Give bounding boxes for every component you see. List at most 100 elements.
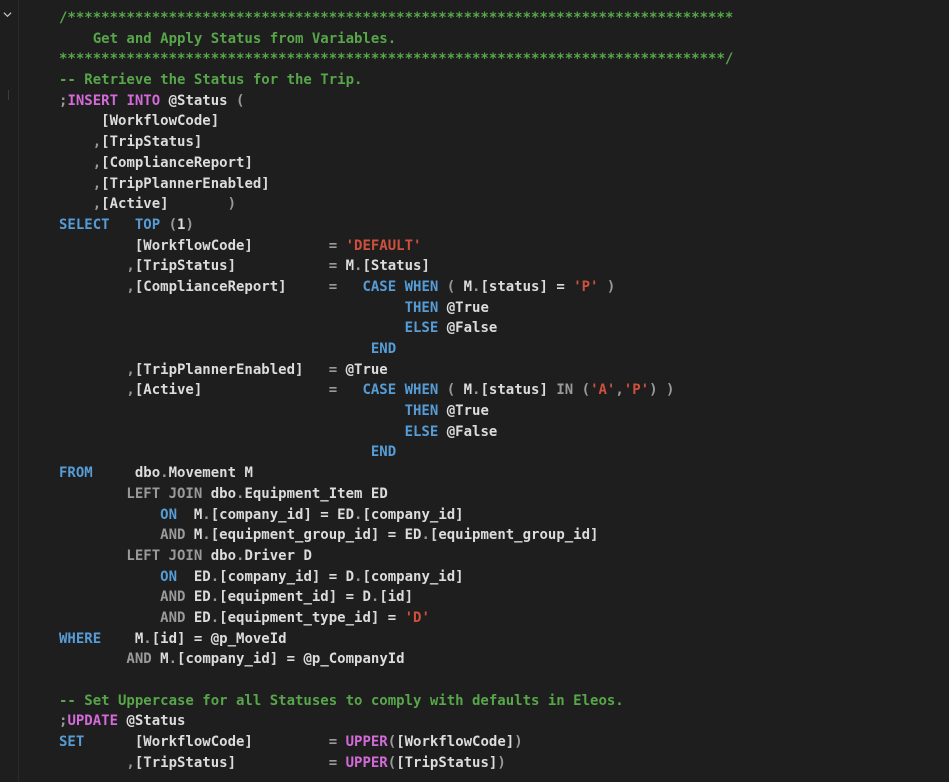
code-token-string: 'DEFAULT': [345, 237, 422, 254]
code-line[interactable]: ,[TripPlannerEnabled]: [59, 174, 949, 195]
code-line[interactable]: ,[TripStatus] = M.[Status]: [59, 256, 949, 277]
code-line[interactable]: ,[TripStatus] = UPPER([TripStatus]): [59, 753, 949, 774]
code-line[interactable]: AND ED.[equipment_id] = D.[id]: [59, 587, 949, 608]
code-token-ident: dbo: [210, 485, 237, 502]
code-token-gray: AND: [59, 609, 194, 626]
code-line[interactable]: SELECT TOP (1): [59, 215, 949, 236]
code-token-gray: =: [252, 237, 346, 254]
code-token-gray: ,: [59, 134, 102, 151]
code-lines[interactable]: /***************************************…: [59, 8, 949, 773]
code-token-ident: @Status: [126, 713, 186, 730]
code-token-ident: [equipment_group_id] = ED: [210, 527, 422, 544]
fold-guide: [8, 90, 9, 100]
code-line[interactable]: LEFT JOIN dbo.Driver D: [59, 546, 949, 567]
code-token-gray: AND: [59, 527, 194, 544]
code-line[interactable]: ,[TripStatus]: [59, 132, 949, 153]
code-token-ident: ED: [193, 568, 211, 585]
code-line[interactable]: ON M.[company_id] = ED.[company_id]: [59, 505, 949, 526]
code-token-ident: [WorkflowCode]: [134, 734, 253, 751]
code-token-gray: ,: [615, 382, 624, 399]
code-token-gray: LEFT JOIN: [59, 485, 211, 502]
code-token-ident: [company_id] = D: [219, 568, 355, 585]
code-line[interactable]: END: [59, 339, 949, 360]
code-token-gray: ,: [59, 382, 135, 399]
code-line[interactable]: THEN @True: [59, 401, 949, 422]
code-token-comment: ****************************************…: [59, 51, 734, 68]
code-token-keyword: THEN: [59, 299, 447, 316]
code-line[interactable]: [59, 670, 949, 691]
code-token-gray: ,: [59, 754, 135, 771]
code-token-gray: =: [286, 278, 363, 295]
code-token-ident: Equipment_Item ED: [244, 485, 388, 502]
code-token-gray: .: [210, 568, 220, 585]
code-line[interactable]: ;INSERT INTO @Status (: [59, 91, 949, 112]
code-token-gray: .: [210, 589, 220, 606]
code-line[interactable]: ELSE @False: [59, 318, 949, 339]
code-token-gray: =: [252, 734, 346, 751]
code-line[interactable]: ,[ComplianceReport] = CASE WHEN ( M.[sta…: [59, 277, 949, 298]
code-line[interactable]: LEFT JOIN dbo.Equipment_Item ED: [59, 484, 949, 505]
code-token-ident: [equipment_id] = D: [219, 589, 371, 606]
code-line[interactable]: SET [WorkflowCode] = UPPER([WorkflowCode…: [59, 732, 949, 753]
code-line[interactable]: ,[Active] = CASE WHEN ( M.[status] IN ('…: [59, 380, 949, 401]
code-token-keyword: END: [59, 444, 397, 461]
code-line[interactable]: /***************************************…: [59, 8, 949, 29]
code-token-gray: ): [168, 196, 237, 213]
code-token-keyword: THEN: [59, 403, 447, 420]
code-line[interactable]: [WorkflowCode] = 'DEFAULT': [59, 236, 949, 257]
code-token-gray: .: [168, 651, 178, 668]
code-line[interactable]: AND ED.[equipment_type_id] = 'D': [59, 608, 949, 629]
code-line[interactable]: ELSE @False: [59, 422, 949, 443]
code-token-ident: [Status]: [362, 258, 430, 275]
code-line[interactable]: ON ED.[company_id] = D.[company_id]: [59, 567, 949, 588]
code-token-string: 'A': [590, 382, 616, 399]
code-token-ident: @True: [446, 403, 489, 420]
code-token-gray: ,: [59, 258, 135, 275]
code-line[interactable]: -- Set Uppercase for all Statuses to com…: [59, 691, 949, 712]
code-line[interactable]: -- Retrieve the Status for the Trip.: [59, 70, 949, 91]
code-token-gray: .: [202, 527, 211, 544]
code-line[interactable]: Get and Apply Status from Variables.: [59, 29, 949, 50]
code-token-gray: .: [202, 506, 211, 523]
chevron-down-icon[interactable]: [3, 10, 12, 19]
code-line[interactable]: ;UPDATE @Status: [59, 711, 949, 732]
code-token-ident: [company_id]: [362, 568, 464, 585]
code-token-keyword: SET: [59, 734, 135, 751]
code-line[interactable]: ,[ComplianceReport]: [59, 153, 949, 174]
code-token-gray: (: [387, 754, 397, 771]
code-line[interactable]: WHERE M.[id] = @p_MoveId: [59, 629, 949, 650]
code-token-ident: M: [463, 278, 473, 295]
code-line[interactable]: ****************************************…: [59, 49, 949, 70]
code-line[interactable]: [WorkflowCode]: [59, 111, 949, 132]
code-token-ident: [TripStatus]: [134, 754, 237, 771]
code-token-gray: ,: [59, 175, 102, 192]
code-line[interactable]: ,[Active] ): [59, 194, 949, 215]
code-line[interactable]: FROM dbo.Movement M: [59, 463, 949, 484]
code-token-gray: ,: [59, 154, 102, 171]
code-line[interactable]: THEN @True: [59, 298, 949, 319]
code-token-keyword: FROM: [59, 465, 135, 482]
code-token-gray: LEFT JOIN: [59, 547, 211, 564]
code-line[interactable]: AND M.[company_id] = @p_CompanyId: [59, 649, 949, 670]
code-token-keyword: ELSE: [59, 423, 447, 440]
code-token-ident: ED: [193, 589, 211, 606]
code-token-gray: (: [446, 278, 464, 295]
code-editor[interactable]: /***************************************…: [0, 0, 949, 782]
code-token-func: UPDATE: [67, 713, 127, 730]
code-line[interactable]: ,[TripPlannerEnabled] = @True: [59, 360, 949, 381]
code-token-gray: AND: [59, 651, 161, 668]
code-token-ident: [status]: [480, 382, 557, 399]
code-token-ident: [company_id] = ED: [210, 506, 355, 523]
code-line[interactable]: AND M.[equipment_group_id] = ED.[equipme…: [59, 525, 949, 546]
code-token-gray: (: [446, 382, 464, 399]
code-token-keyword: CASE WHEN: [362, 278, 447, 295]
code-token-keyword: ELSE: [59, 320, 447, 337]
code-token-ident: @True: [345, 361, 388, 378]
code-token-keyword: END: [59, 341, 397, 357]
code-token-gray: IN (: [556, 382, 591, 399]
code-token-ident: [ComplianceReport]: [134, 278, 287, 295]
code-token-ident: [TripStatus]: [134, 258, 237, 275]
code-token-ident: ED: [193, 609, 211, 626]
code-line[interactable]: END: [59, 442, 949, 463]
code-token-ident: Driver D: [244, 547, 312, 564]
